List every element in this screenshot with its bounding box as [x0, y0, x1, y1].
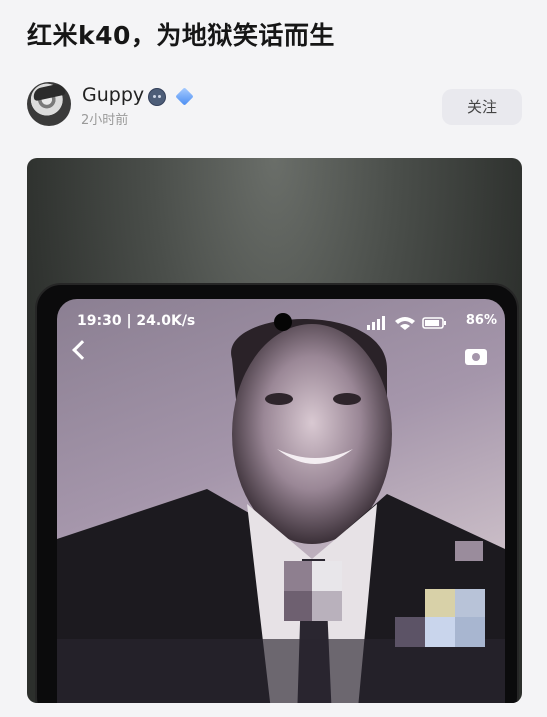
mosaic-block — [312, 591, 342, 621]
mosaic-block — [284, 561, 312, 591]
wifi-icon — [395, 317, 415, 330]
mosaic-block — [425, 617, 455, 647]
phone-screen: 19:30 | 24.0K/s 86% — [57, 299, 505, 703]
mosaic-block — [455, 541, 483, 561]
author-row: Guppy 2小时前 关注 — [27, 82, 522, 130]
cold-face-emoji-icon — [148, 88, 166, 106]
mosaic-block — [455, 617, 485, 647]
follow-button[interactable]: 关注 — [442, 89, 522, 125]
mosaic-block — [312, 561, 342, 591]
status-time: 19:30 | 24.0K/s — [77, 313, 196, 329]
mosaic-block — [284, 591, 312, 621]
mosaic-block — [455, 589, 485, 617]
camera-punch-hole — [274, 313, 292, 331]
phone-frame: 19:30 | 24.0K/s 86% — [35, 283, 519, 703]
avatar[interactable] — [27, 82, 71, 126]
verified-diamond-icon — [175, 87, 194, 106]
status-icons — [367, 316, 446, 330]
signal-icon — [367, 325, 370, 330]
post-image[interactable]: 19:30 | 24.0K/s 86% — [27, 158, 522, 703]
mosaic-block — [395, 617, 425, 647]
mosaic-block — [425, 589, 455, 617]
author-name[interactable]: Guppy — [82, 84, 144, 106]
battery-percent: 86% — [465, 313, 497, 328]
post-time: 2小时前 — [81, 113, 129, 128]
post-title: 红米k40，为地狱笑话而生 — [27, 21, 335, 50]
camera-icon[interactable] — [465, 349, 487, 365]
